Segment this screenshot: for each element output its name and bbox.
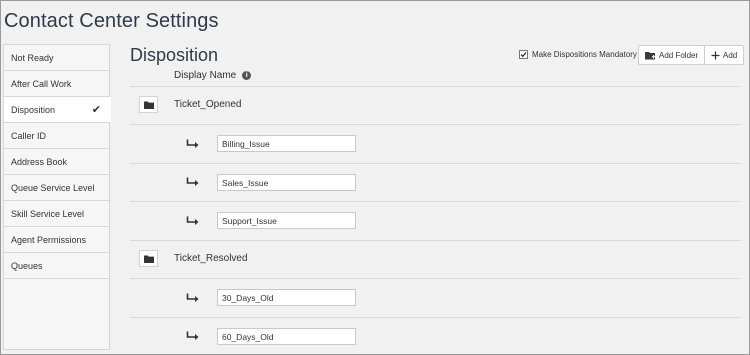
divider (130, 240, 741, 241)
sidebar-item-skill-service-level[interactable]: Skill Service Level (4, 201, 109, 227)
sidebar-item-label: Caller ID (11, 131, 47, 141)
add-folder-button[interactable]: Add Folder (638, 45, 706, 65)
disposition-input[interactable] (217, 135, 356, 152)
folder-name: Ticket_Opened (174, 99, 242, 110)
add-folder-label: Add Folder (659, 50, 699, 60)
subitem-arrow-icon (186, 293, 199, 302)
sidebar-item-label: Disposition (11, 105, 56, 115)
mandatory-dispositions-toggle[interactable]: Make Dispositions Mandatory (519, 50, 637, 59)
page-title: Contact Center Settings (4, 10, 219, 32)
folder-icon (143, 255, 154, 263)
add-button[interactable]: Add (704, 45, 745, 65)
disposition-input[interactable] (217, 212, 356, 229)
column-header-label: Display Name (174, 70, 237, 81)
sidebar-item-label: Not Ready (11, 53, 54, 63)
info-icon[interactable]: i (242, 71, 252, 80)
folder-icon (143, 101, 154, 109)
sidebar: Not Ready After Call Work Disposition ✔ C… (3, 44, 111, 350)
display-name-header: Display Name i (174, 70, 252, 81)
mandatory-label: Make Dispositions Mandatory (532, 50, 637, 59)
subitem-arrow-icon (186, 177, 199, 186)
divider (130, 278, 741, 279)
subitem-arrow-icon (186, 216, 199, 225)
section-title: Disposition (130, 45, 219, 65)
folder-name: Ticket_Resolved (174, 253, 248, 264)
divider (130, 201, 741, 202)
divider (130, 317, 741, 318)
sidebar-item-caller-id[interactable]: Caller ID (4, 123, 109, 149)
disposition-input[interactable] (217, 328, 356, 345)
folder-plus-icon (645, 51, 656, 60)
plus-icon (711, 51, 720, 60)
sidebar-item-queue-service-level[interactable]: Queue Service Level (4, 175, 109, 201)
disposition-input[interactable] (217, 174, 356, 191)
sidebar-item-address-book[interactable]: Address Book (4, 149, 109, 175)
mandatory-checkbox[interactable] (519, 50, 528, 59)
sidebar-item-disposition[interactable]: Disposition ✔ (4, 97, 111, 123)
sidebar-item-label: Address Book (11, 157, 68, 167)
divider (130, 124, 741, 125)
checkmark-icon: ✔ (91, 104, 101, 116)
sidebar-item-not-ready[interactable]: Not Ready (4, 45, 109, 71)
folder-toggle-button[interactable] (139, 96, 158, 113)
subitem-arrow-icon (186, 331, 199, 340)
folder-toggle-button[interactable] (139, 250, 158, 267)
divider (130, 163, 741, 164)
sidebar-item-label: Agent Permissions (11, 235, 87, 245)
checkmark-icon (520, 52, 527, 58)
sidebar-item-queues[interactable]: Queues (4, 253, 109, 279)
subitem-arrow-icon (186, 139, 199, 148)
sidebar-item-label: Queue Service Level (11, 183, 95, 193)
sidebar-item-agent-permissions[interactable]: Agent Permissions (4, 227, 109, 253)
divider (130, 86, 741, 87)
add-label: Add (723, 50, 738, 60)
sidebar-item-after-call-work[interactable]: After Call Work (4, 71, 109, 97)
sidebar-item-label: Queues (11, 261, 43, 271)
sidebar-item-label: Skill Service Level (11, 209, 85, 219)
sidebar-item-label: After Call Work (11, 79, 72, 89)
disposition-input[interactable] (217, 289, 356, 306)
